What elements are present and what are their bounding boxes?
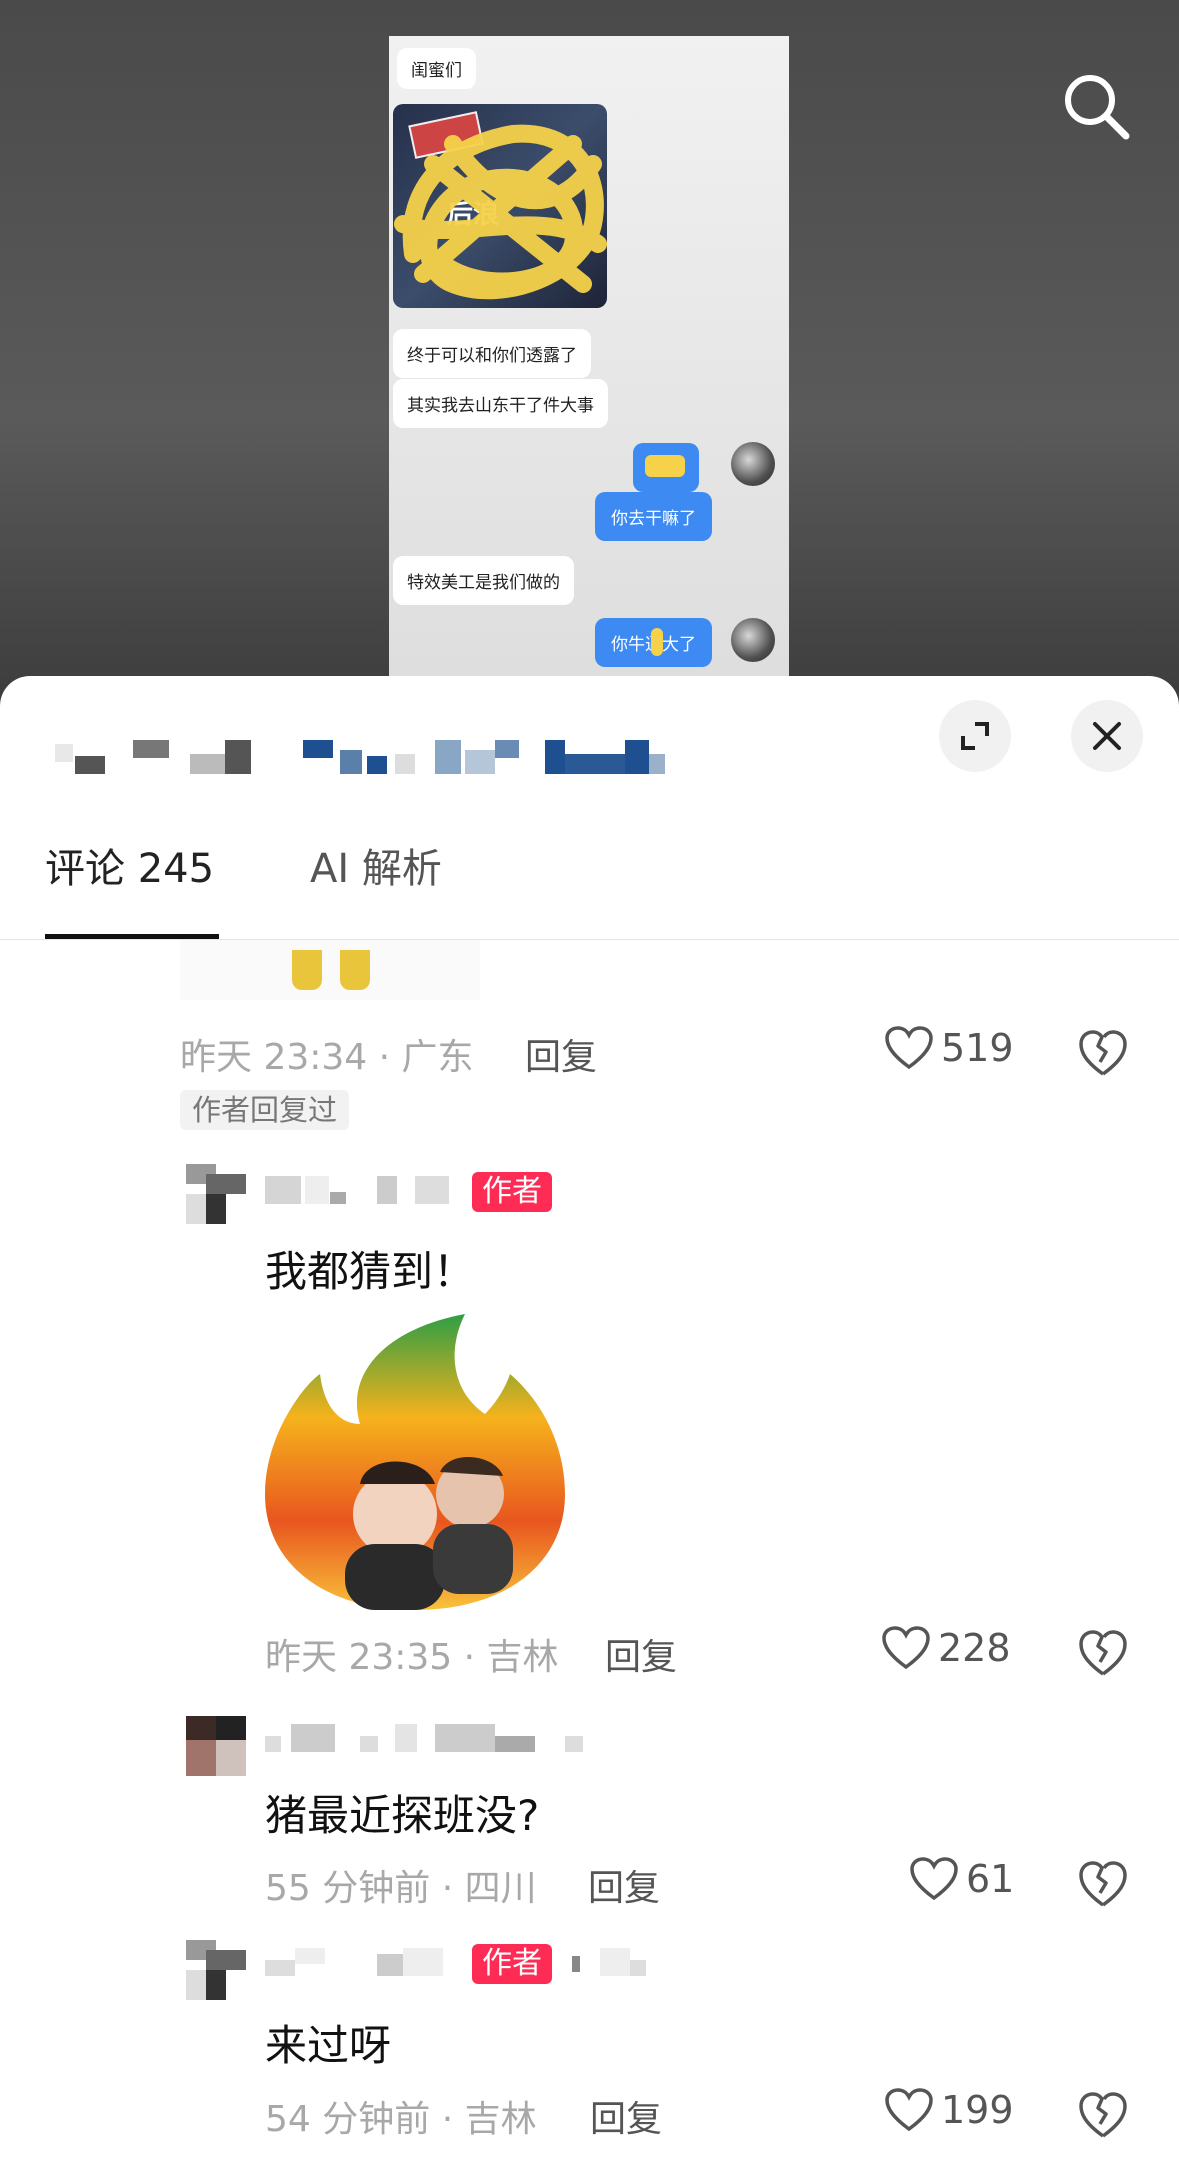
- avatar[interactable]: [186, 1164, 246, 1224]
- broken-heart-icon[interactable]: [1078, 2090, 1128, 2140]
- redaction-mark: [645, 455, 685, 477]
- chat-bubble: 终于可以和你们透露了: [393, 329, 591, 378]
- chat-bubble: 特效美工是我们做的: [393, 556, 574, 605]
- comment-time-location: 55 分钟前 · 四川: [265, 1868, 537, 1909]
- shared-image: 后浪: [393, 104, 607, 308]
- heart-icon: [910, 1857, 958, 1901]
- expand-button[interactable]: [939, 700, 1011, 772]
- broken-heart-icon[interactable]: [1078, 1028, 1128, 1078]
- heart-icon: [885, 2088, 933, 2132]
- comment-time-location: 昨天 23:35 · 吉林: [265, 1637, 559, 1678]
- comment-text: 来过呀: [265, 2021, 392, 2070]
- expand-icon: [961, 722, 989, 750]
- heart-icon: [885, 1026, 933, 1070]
- chat-bubble: 你牛逼大了: [595, 618, 712, 667]
- chat-bubble: 你去干嘛了: [595, 492, 712, 541]
- chat-bubble: 其实我去山东干了件大事: [393, 379, 608, 428]
- like-count: 519: [941, 1026, 1014, 1070]
- chat-bubble-blurred: 哇！: [633, 443, 699, 492]
- reply-button[interactable]: 回复: [588, 1859, 660, 1911]
- username-blurred[interactable]: [265, 1944, 465, 1980]
- tab-ai-analysis[interactable]: AI 解析: [310, 836, 442, 894]
- heart-icon: [882, 1626, 930, 1670]
- like-button[interactable]: 228: [882, 1626, 1011, 1670]
- avatar[interactable]: [186, 1940, 246, 2000]
- avatar[interactable]: [186, 1716, 246, 1776]
- search-icon[interactable]: [1060, 70, 1132, 142]
- broken-heart-icon[interactable]: [1078, 1859, 1128, 1909]
- comment-text: 我都猜到！: [265, 1247, 476, 1296]
- comment-sticker-partial: [180, 940, 480, 1000]
- reply-button[interactable]: 回复: [525, 1028, 597, 1080]
- broken-heart-icon[interactable]: [1078, 1628, 1128, 1678]
- redaction-mark: [651, 628, 663, 656]
- reply-button[interactable]: 回复: [605, 1628, 677, 1680]
- username-blurred[interactable]: [265, 1720, 595, 1756]
- close-icon: [1093, 722, 1121, 750]
- like-count: 199: [941, 2088, 1014, 2132]
- sheet-tabs: 评论 245 AI 解析: [0, 836, 1179, 916]
- username-blurred[interactable]: [265, 1172, 465, 1208]
- reply-button[interactable]: 回复: [590, 2090, 662, 2142]
- like-count: 228: [938, 1626, 1011, 1670]
- username-blurred-extra: [570, 1944, 690, 1980]
- video-title-blurred: [55, 736, 665, 776]
- author-badge: 作者: [472, 1944, 552, 1984]
- comment-time-location: 54 分钟前 · 吉林: [265, 2099, 537, 2140]
- like-button[interactable]: 61: [910, 1857, 1014, 1901]
- like-button[interactable]: 519: [885, 1026, 1014, 1070]
- comment-time-location: 昨天 23:34 · 广东: [180, 1037, 474, 1078]
- group-title: 闺蜜们: [397, 48, 476, 89]
- chat-avatar: [731, 618, 775, 662]
- redaction-scribble: [394, 124, 607, 300]
- author-badge: 作者: [472, 1172, 552, 1212]
- comment-text: 猪最近探班没?: [265, 1791, 540, 1840]
- chat-avatar: [731, 442, 775, 486]
- like-button[interactable]: 199: [885, 2088, 1014, 2132]
- close-button[interactable]: [1071, 700, 1143, 772]
- tab-comments[interactable]: 评论 245: [45, 836, 214, 894]
- comment-sticker-image: [265, 1314, 565, 1614]
- author-replied-badge: 作者回复过: [180, 1090, 350, 1130]
- chat-screenshot: 闺蜜们 后浪 终于可以和你们透露了 其实我去山东干了件大事 哇！ 你去干嘛了 特…: [389, 36, 789, 676]
- comments-sheet: 评论 245 AI 解析 昨天 23:34 · 广东 回复 519 作者回复过 …: [0, 676, 1179, 2162]
- tabs-divider: [0, 939, 1179, 940]
- fire-sticker-icon: [265, 1314, 565, 1610]
- like-count: 61: [966, 1857, 1015, 1901]
